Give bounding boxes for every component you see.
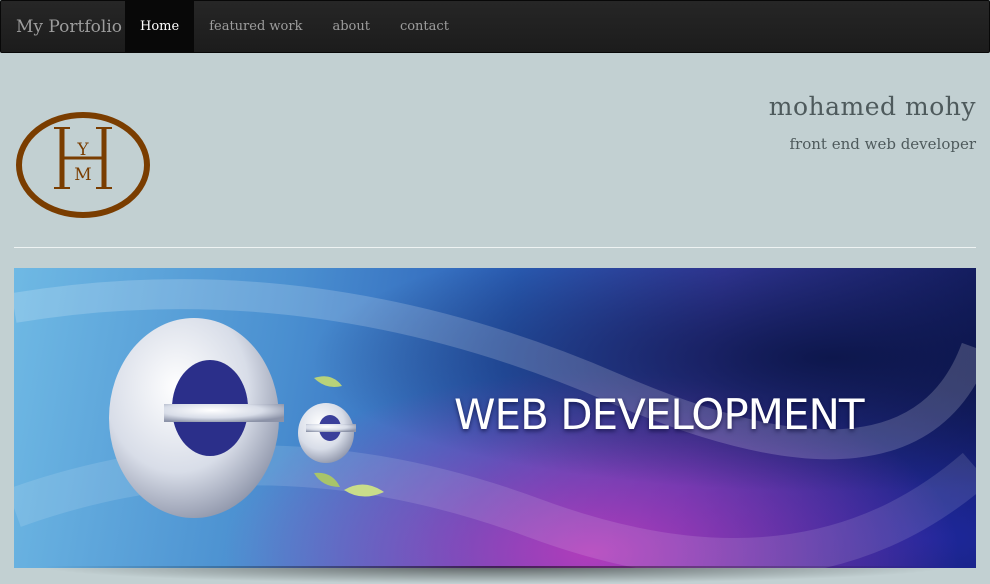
- nav-item-featured-work[interactable]: featured work: [194, 1, 317, 52]
- logo-letter-m: M: [74, 165, 91, 185]
- site-owner-name: mohamed mohy: [768, 92, 976, 121]
- top-navbar: My Portfolio Home featured work about co…: [0, 0, 990, 53]
- header-divider: [14, 247, 976, 248]
- logo-letter-y: Y: [76, 140, 89, 160]
- hero-banner: WEB DEVELOPMENT: [14, 268, 976, 568]
- nav-menu: Home featured work about contact: [125, 1, 464, 52]
- monogram-logo: Y M: [16, 112, 150, 218]
- navbar-brand[interactable]: My Portfolio: [1, 1, 125, 52]
- banner-shadow: [34, 566, 956, 584]
- nav-item-contact[interactable]: contact: [385, 1, 464, 52]
- nav-item-about[interactable]: about: [317, 1, 385, 52]
- site-tagline: front end web developer: [789, 135, 976, 153]
- banner-headline: WEB DEVELOPMENT: [454, 390, 865, 439]
- nav-item-home[interactable]: Home: [125, 1, 195, 52]
